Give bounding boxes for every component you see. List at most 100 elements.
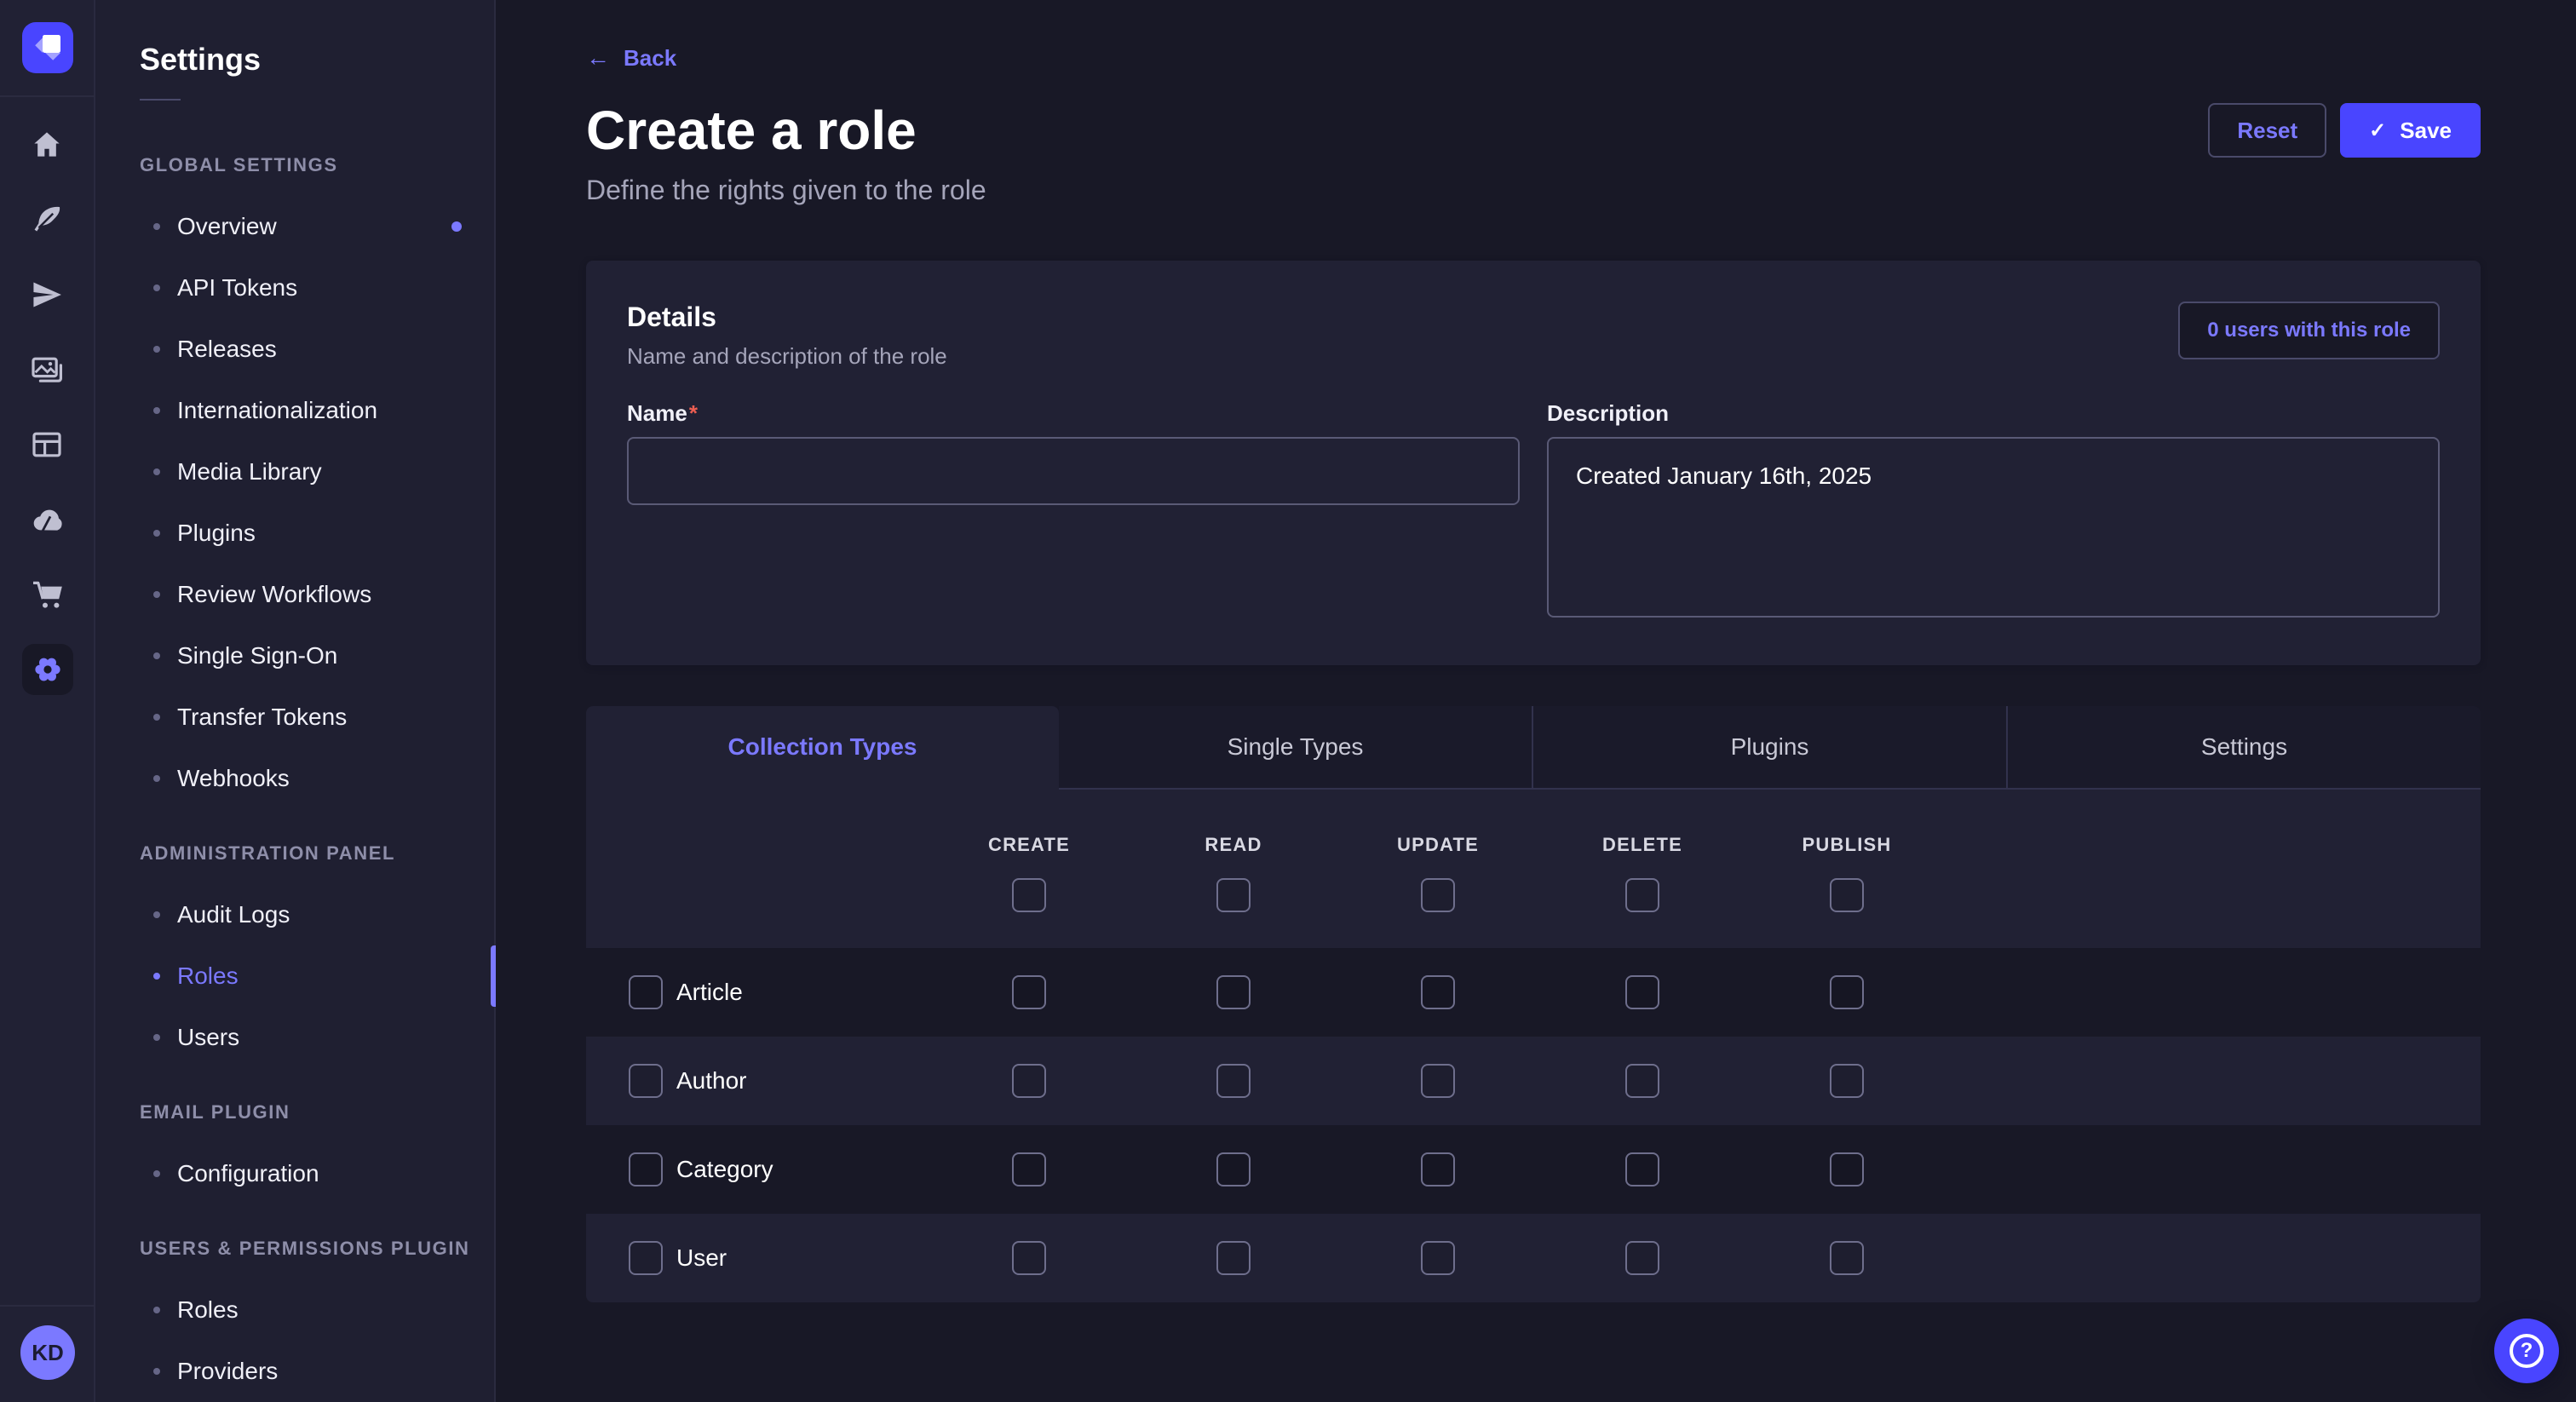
subnav-title: Settings	[140, 41, 494, 78]
rail-divider	[0, 95, 95, 97]
layout-icon[interactable]	[28, 426, 66, 463]
article-publish-checkbox[interactable]	[1830, 975, 1864, 1009]
sidebar-item-api-tokens[interactable]: API Tokens	[140, 257, 494, 319]
check-icon: ✓	[2369, 118, 2386, 143]
column-header-publish: PUBLISH	[1803, 834, 1892, 856]
sidebar-item-review-workflows[interactable]: Review Workflows	[140, 564, 494, 625]
sidebar-item-users[interactable]: Users	[140, 1007, 494, 1068]
save-button[interactable]: ✓ Save	[2340, 103, 2481, 158]
home-icon[interactable]	[28, 126, 66, 164]
row-select-checkbox[interactable]	[629, 1241, 663, 1275]
category-update-checkbox[interactable]	[1421, 1152, 1455, 1187]
row-select-checkbox[interactable]	[629, 1064, 663, 1098]
name-field-group: Name*	[627, 400, 1520, 624]
sidebar-item-label: Providers	[177, 1358, 278, 1385]
sidebar-item-webhooks[interactable]: Webhooks	[140, 748, 494, 809]
user-create-checkbox[interactable]	[1012, 1241, 1046, 1275]
row-select-checkbox[interactable]	[629, 1152, 663, 1187]
gear-icon	[31, 652, 65, 687]
content-type-name: Category	[676, 1156, 773, 1183]
bullet-icon	[153, 1368, 160, 1375]
sidebar-item-configuration[interactable]: Configuration	[140, 1143, 494, 1204]
bullet-icon	[153, 911, 160, 918]
article-read-checkbox[interactable]	[1216, 975, 1251, 1009]
sidebar-item-label: Releases	[177, 336, 277, 363]
user-delete-checkbox[interactable]	[1625, 1241, 1659, 1275]
bullet-icon	[153, 973, 160, 980]
sidebar-item-internationalization[interactable]: Internationalization	[140, 380, 494, 441]
column-header-delete: DELETE	[1602, 834, 1682, 856]
sidebar-item-label: Roles	[177, 962, 239, 990]
article-update-checkbox[interactable]	[1421, 975, 1455, 1009]
permissions-panel: CREATE READ UPDATE DELETE PUBLISH Articl…	[586, 790, 2481, 1302]
back-label: Back	[624, 45, 676, 72]
select-all-create-checkbox[interactable]	[1012, 878, 1046, 912]
sidebar-item-media-library[interactable]: Media Library	[140, 441, 494, 503]
cart-icon[interactable]	[28, 576, 66, 613]
tab-settings[interactable]: Settings	[2006, 706, 2481, 790]
section-label-administration-panel: ADMINISTRATION PANEL	[140, 843, 494, 864]
table-row-category: Category	[586, 1125, 2481, 1214]
cloud-icon[interactable]	[28, 501, 66, 538]
section-label-users-permissions-plugin: USERS & PERMISSIONS PLUGIN	[140, 1238, 494, 1259]
sidebar-item-providers[interactable]: Providers	[140, 1341, 494, 1402]
category-publish-checkbox[interactable]	[1830, 1152, 1864, 1187]
article-delete-checkbox[interactable]	[1625, 975, 1659, 1009]
sidebar-item-plugins[interactable]: Plugins	[140, 503, 494, 564]
main-content: ← Back Create a role Define the rights g…	[496, 0, 2576, 1402]
sidebar-item-label: API Tokens	[177, 274, 297, 302]
author-create-checkbox[interactable]	[1012, 1064, 1046, 1098]
sidebar-item-overview[interactable]: Overview	[140, 196, 494, 257]
table-row-user: User	[586, 1214, 2481, 1302]
users-with-role-button[interactable]: 0 users with this role	[2178, 302, 2440, 359]
permissions-tabs: Collection Types Single Types Plugins Se…	[586, 706, 2481, 790]
select-all-read-checkbox[interactable]	[1216, 878, 1251, 912]
paper-plane-icon[interactable]	[28, 276, 66, 313]
name-input[interactable]	[627, 437, 1520, 505]
category-read-checkbox[interactable]	[1216, 1152, 1251, 1187]
user-update-checkbox[interactable]	[1421, 1241, 1455, 1275]
category-delete-checkbox[interactable]	[1625, 1152, 1659, 1187]
subnav-divider	[140, 99, 181, 101]
row-select-checkbox[interactable]	[629, 975, 663, 1009]
help-button[interactable]: ?	[2494, 1319, 2559, 1383]
bullet-icon	[153, 407, 160, 414]
bullet-icon	[153, 775, 160, 782]
strapi-logo[interactable]	[22, 22, 73, 73]
tab-single-types[interactable]: Single Types	[1059, 706, 1532, 790]
article-create-checkbox[interactable]	[1012, 975, 1046, 1009]
sidebar-item-releases[interactable]: Releases	[140, 319, 494, 380]
sidebar-item-roles-admin[interactable]: Roles	[140, 945, 494, 1007]
sidebar-item-audit-logs[interactable]: Audit Logs	[140, 884, 494, 945]
sidebar-item-transfer-tokens[interactable]: Transfer Tokens	[140, 687, 494, 748]
reset-button[interactable]: Reset	[2208, 103, 2326, 158]
select-all-publish-checkbox[interactable]	[1830, 878, 1864, 912]
user-read-checkbox[interactable]	[1216, 1241, 1251, 1275]
select-all-delete-checkbox[interactable]	[1625, 878, 1659, 912]
media-library-icon[interactable]	[28, 351, 66, 388]
notification-dot	[451, 221, 462, 232]
permissions-table-header: CREATE READ UPDATE DELETE PUBLISH	[586, 790, 2481, 948]
description-textarea[interactable]: Created January 16th, 2025	[1547, 437, 2440, 618]
bullet-icon	[153, 284, 160, 291]
category-create-checkbox[interactable]	[1012, 1152, 1046, 1187]
author-publish-checkbox[interactable]	[1830, 1064, 1864, 1098]
author-read-checkbox[interactable]	[1216, 1064, 1251, 1098]
column-header-create: CREATE	[988, 834, 1070, 856]
user-publish-checkbox[interactable]	[1830, 1241, 1864, 1275]
active-item-indicator	[491, 945, 496, 1007]
sidebar-item-single-sign-on[interactable]: Single Sign-On	[140, 625, 494, 687]
select-all-update-checkbox[interactable]	[1421, 878, 1455, 912]
sidebar-item-roles-up[interactable]: Roles	[140, 1279, 494, 1341]
back-link[interactable]: ← Back	[586, 44, 676, 72]
description-label: Description	[1547, 400, 2440, 427]
settings-nav-active[interactable]	[22, 644, 73, 695]
tab-collection-types[interactable]: Collection Types	[586, 706, 1059, 790]
tab-plugins[interactable]: Plugins	[1532, 706, 2006, 790]
user-avatar[interactable]: KD	[20, 1325, 75, 1380]
author-delete-checkbox[interactable]	[1625, 1064, 1659, 1098]
rail-divider	[0, 1305, 95, 1307]
section-label-email-plugin: EMAIL PLUGIN	[140, 1102, 494, 1123]
author-update-checkbox[interactable]	[1421, 1064, 1455, 1098]
feather-icon[interactable]	[28, 201, 66, 238]
